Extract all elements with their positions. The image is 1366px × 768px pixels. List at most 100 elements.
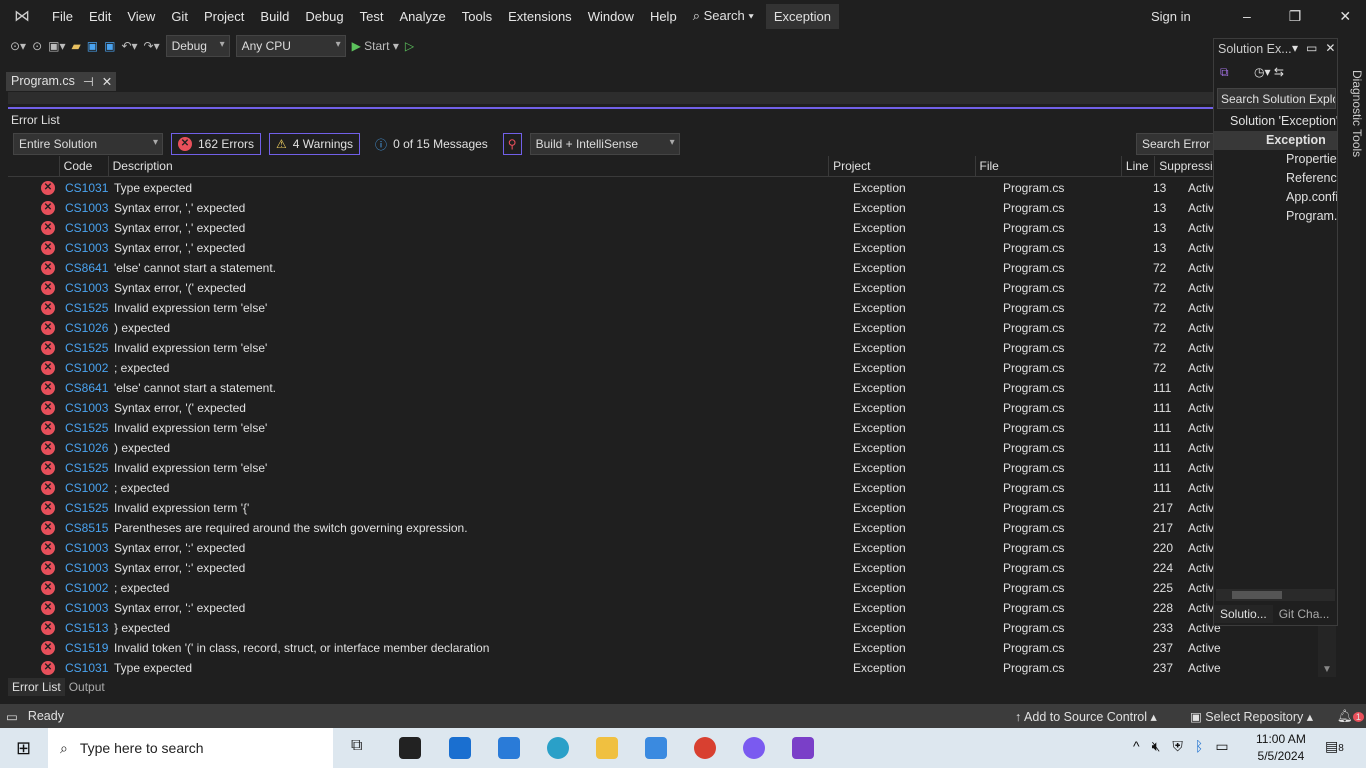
error-code[interactable]: CS1002 bbox=[65, 361, 108, 375]
terminal-icon[interactable] bbox=[399, 737, 421, 759]
error-code[interactable]: CS1513 bbox=[65, 621, 108, 635]
sign-in-button[interactable]: Sign in bbox=[1151, 9, 1191, 24]
error-code[interactable]: CS1519 bbox=[65, 641, 108, 655]
error-code[interactable]: CS1003 bbox=[65, 281, 108, 295]
chevron-up-icon[interactable]: ^ bbox=[1133, 738, 1140, 755]
error-code[interactable]: CS1026 bbox=[65, 321, 108, 335]
open-icon[interactable]: ▰ bbox=[72, 39, 81, 53]
tab-output[interactable]: Output bbox=[65, 678, 109, 696]
column-suppression[interactable]: Suppression State bbox=[1154, 156, 1213, 176]
table-row[interactable]: ✕ CS1003 Syntax error, ':' expected Exce… bbox=[8, 558, 1221, 578]
tree-app-config[interactable]: App.config bbox=[1214, 188, 1337, 207]
photos-icon[interactable] bbox=[645, 737, 667, 759]
table-row[interactable]: ✕ CS8515 Parentheses are required around… bbox=[8, 518, 1221, 538]
error-code[interactable]: CS1031 bbox=[65, 181, 108, 195]
error-code[interactable]: CS1003 bbox=[65, 401, 108, 415]
table-row[interactable]: ✕ CS1525 Invalid expression term 'else' … bbox=[8, 298, 1221, 318]
search-error-list-input[interactable]: Search Error List bbox=[1136, 133, 1216, 155]
menu-window[interactable]: Window bbox=[580, 9, 642, 24]
history-icon[interactable]: ◷▾ ⇆ bbox=[1254, 65, 1284, 79]
dropdown-icon[interactable]: ▾ bbox=[1292, 41, 1298, 55]
source-select[interactable]: Build + IntelliSense bbox=[529, 133, 680, 155]
error-code[interactable]: CS1003 bbox=[65, 241, 108, 255]
column-description[interactable]: Description bbox=[107, 156, 828, 176]
error-code[interactable]: CS1002 bbox=[65, 581, 108, 595]
redo-icon[interactable]: ↷▾ bbox=[144, 39, 160, 53]
minimize-button[interactable]: – bbox=[1243, 8, 1251, 25]
back-icon[interactable]: ⊙▾ bbox=[10, 39, 26, 53]
table-row[interactable]: ✕ CS1003 Syntax error, ',' expected Exce… bbox=[8, 218, 1221, 238]
pin-icon[interactable]: ⊣ bbox=[83, 74, 94, 89]
error-code[interactable]: CS1003 bbox=[65, 221, 108, 235]
tree-program-cs[interactable]: Program.cs bbox=[1214, 207, 1337, 226]
menu-debug[interactable]: Debug bbox=[297, 9, 351, 24]
tree-project[interactable]: Exception bbox=[1214, 131, 1337, 150]
menu-test[interactable]: Test bbox=[352, 9, 392, 24]
column-code[interactable]: Code bbox=[58, 156, 108, 176]
security-icon[interactable]: ⛨ bbox=[1172, 738, 1183, 755]
save-all-icon[interactable]: ▣ bbox=[104, 39, 115, 53]
tree-solution[interactable]: Solution 'Exception' bbox=[1214, 112, 1337, 131]
table-row[interactable]: ✕ CS1003 Syntax error, '(' expected Exce… bbox=[8, 278, 1221, 298]
diagnostic-tools-tab[interactable]: Diagnostic Tools bbox=[1340, 70, 1364, 170]
menu-view[interactable]: View bbox=[119, 9, 163, 24]
errors-filter-button[interactable]: ✕ 162 Errors bbox=[171, 133, 262, 155]
table-row[interactable]: ✕ CS1031 Type expected Exception Program… bbox=[8, 658, 1221, 678]
start-without-debugging-icon[interactable]: ▷ bbox=[405, 39, 414, 53]
save-icon[interactable]: ▣ bbox=[87, 39, 98, 53]
table-row[interactable]: ✕ CS1031 Type expected Exception Program… bbox=[8, 178, 1221, 198]
start-button[interactable]: ▶ Start ▾ bbox=[352, 39, 399, 53]
menu-build[interactable]: Build bbox=[252, 9, 297, 24]
error-code[interactable]: CS1525 bbox=[65, 301, 108, 315]
tab-solution-explorer[interactable]: Solutio... bbox=[1214, 605, 1273, 623]
clock[interactable]: 11:00 AM 5/5/2024 bbox=[1256, 731, 1306, 765]
table-row[interactable]: ✕ CS1003 Syntax error, '(' expected Exce… bbox=[8, 398, 1221, 418]
table-row[interactable]: ✕ CS1513 } expected Exception Program.cs… bbox=[8, 618, 1221, 638]
table-row[interactable]: ✕ CS1525 Invalid expression term '{' Exc… bbox=[8, 498, 1221, 518]
task-view-icon[interactable]: ⧉ bbox=[351, 737, 373, 759]
close-tab-icon[interactable]: ✕ bbox=[102, 74, 112, 89]
new-project-icon[interactable]: ▣▾ bbox=[48, 39, 65, 53]
maximize-panel-icon[interactable]: ▭ bbox=[1306, 41, 1317, 55]
tab-program-cs[interactable]: Program.cs ⊣ ✕ bbox=[6, 72, 116, 91]
table-row[interactable]: ✕ CS8641 'else' cannot start a statement… bbox=[8, 258, 1221, 278]
menu-git[interactable]: Git bbox=[163, 9, 196, 24]
edge-icon[interactable] bbox=[547, 737, 569, 759]
error-code[interactable]: CS1031 bbox=[65, 661, 108, 675]
notifications-icon[interactable]: 🔔︎ 1 bbox=[1337, 709, 1364, 724]
messages-filter-button[interactable]: ⓘ 0 of 15 Messages bbox=[368, 133, 495, 155]
configuration-select[interactable]: Debug bbox=[165, 35, 230, 57]
table-row[interactable]: ✕ CS1002 ; expected Exception Program.cs… bbox=[8, 358, 1221, 378]
table-row[interactable]: ✕ CS1525 Invalid expression term 'else' … bbox=[8, 418, 1221, 438]
error-code[interactable]: CS1002 bbox=[65, 481, 108, 495]
table-row[interactable]: ✕ CS1003 Syntax error, ':' expected Exce… bbox=[8, 538, 1221, 558]
forward-icon[interactable]: ⊙ bbox=[32, 39, 42, 53]
horizontal-scrollbar[interactable] bbox=[1216, 589, 1335, 601]
table-row[interactable]: ✕ CS1026 ) expected Exception Program.cs… bbox=[8, 438, 1221, 458]
close-panel-icon[interactable]: ✕ bbox=[1325, 41, 1335, 55]
taskbar-search[interactable]: ⌕ Type here to search bbox=[48, 728, 333, 768]
error-code[interactable]: CS1525 bbox=[65, 461, 108, 475]
scroll-down-icon[interactable]: ▼ bbox=[1322, 664, 1332, 675]
menu-file[interactable]: File bbox=[44, 9, 81, 24]
menu-tools[interactable]: Tools bbox=[454, 9, 500, 24]
maximize-button[interactable]: ❐ bbox=[1289, 8, 1302, 25]
windows-start-icon[interactable]: ⊞ bbox=[16, 738, 31, 759]
column-project[interactable]: Project bbox=[828, 156, 974, 176]
scope-select[interactable]: Entire Solution bbox=[13, 133, 163, 155]
undo-icon[interactable]: ↶▾ bbox=[121, 39, 137, 53]
table-row[interactable]: ✕ CS1003 Syntax error, ',' expected Exce… bbox=[8, 238, 1221, 258]
battery-icon[interactable]: ▭ bbox=[1215, 738, 1228, 755]
table-row[interactable]: ✕ CS1003 Syntax error, ',' expected Exce… bbox=[8, 198, 1221, 218]
menu-help[interactable]: Help bbox=[642, 9, 685, 24]
table-row[interactable]: ✕ CS1525 Invalid expression term 'else' … bbox=[8, 338, 1221, 358]
action-center-icon[interactable]: ▤8 bbox=[1325, 738, 1344, 755]
table-row[interactable]: ✕ CS1525 Invalid expression term 'else' … bbox=[8, 458, 1221, 478]
error-code[interactable]: CS8515 bbox=[65, 521, 108, 535]
error-code[interactable]: CS1525 bbox=[65, 421, 108, 435]
error-code[interactable]: CS8641 bbox=[65, 381, 108, 395]
warnings-filter-button[interactable]: ⚠ 4 Warnings bbox=[269, 133, 361, 155]
tab-git-changes[interactable]: Git Cha... bbox=[1273, 605, 1336, 623]
error-code[interactable]: CS1525 bbox=[65, 341, 108, 355]
mail-icon[interactable] bbox=[449, 737, 471, 759]
